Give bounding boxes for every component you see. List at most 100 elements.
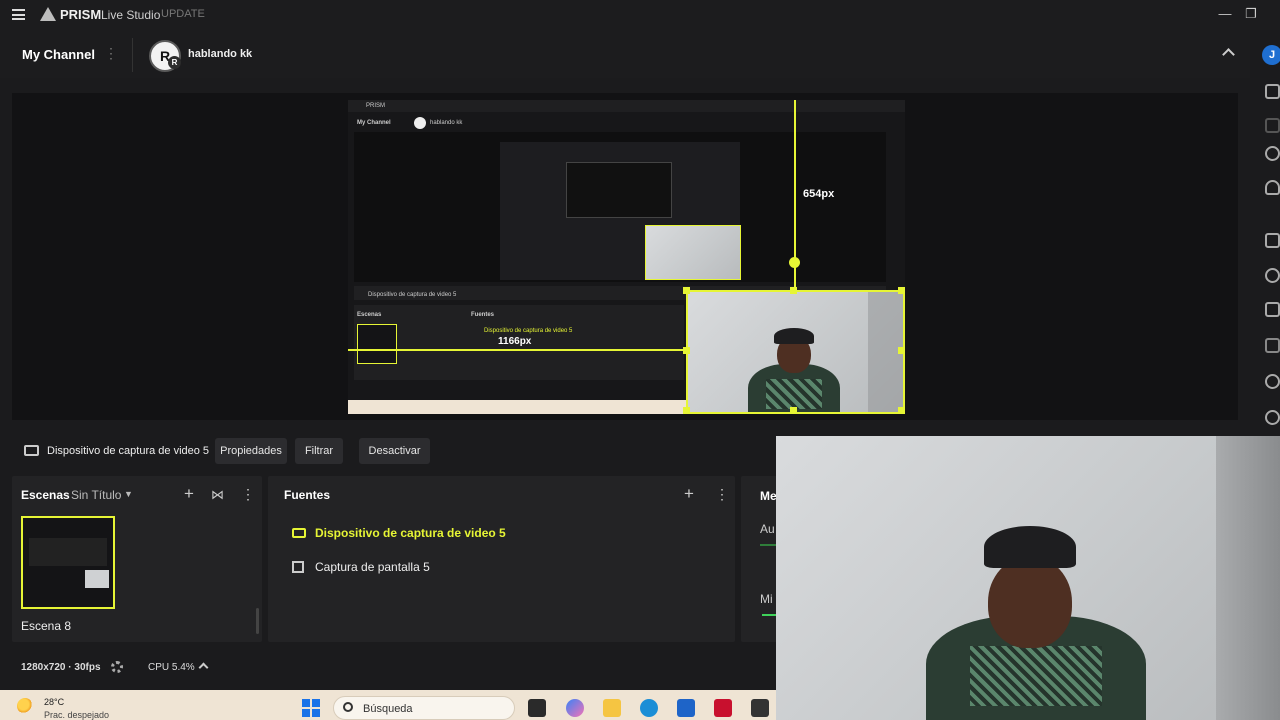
- source-item-screen[interactable]: Captura de pantalla 5: [315, 560, 430, 574]
- add-scene-icon[interactable]: +: [184, 484, 194, 504]
- nested-avatar: [414, 117, 426, 129]
- copilot-icon[interactable]: [566, 699, 584, 717]
- app-subtitle: Live Studio: [101, 8, 161, 22]
- thumb-preview: [29, 538, 107, 566]
- audio-meter: [760, 544, 776, 546]
- scene-label: Escena 8: [21, 619, 72, 633]
- deactivate-button[interactable]: Desactivar: [359, 438, 430, 464]
- layout-icon[interactable]: [1265, 84, 1280, 99]
- sources-title: Fuentes: [284, 488, 331, 502]
- source-item-camera[interactable]: Dispositivo de captura de video 5: [315, 526, 506, 540]
- donation-icon[interactable]: [1265, 374, 1280, 389]
- prism-logo-icon: [40, 7, 56, 21]
- resize-handle-l[interactable]: [683, 347, 690, 354]
- dropbox-icon[interactable]: [751, 699, 769, 717]
- task-view-icon[interactable]: [528, 699, 546, 717]
- nested-app-name: PRISM: [366, 103, 386, 109]
- gear-icon[interactable]: [111, 661, 123, 673]
- chevron-down-icon[interactable]: ▼: [124, 489, 133, 499]
- widget-icon[interactable]: [1265, 118, 1280, 133]
- selected-camera-source[interactable]: [686, 290, 905, 414]
- sources-more-icon[interactable]: ⋮: [715, 486, 729, 503]
- height-guide-label: 654px: [803, 188, 835, 200]
- platform-badge: R: [168, 56, 181, 69]
- my-channel-label[interactable]: My Channel: [22, 47, 95, 62]
- mixer-channel-mic: Mi: [760, 592, 773, 606]
- resize-handle-tr[interactable]: [898, 287, 905, 294]
- resize-handle-bl[interactable]: [683, 407, 690, 414]
- nested-camera: [645, 225, 741, 280]
- app-name: PRISM: [60, 7, 102, 22]
- width-guide-label: 1166px: [498, 336, 532, 347]
- taskbar-search-text: Búsqueda: [363, 703, 413, 715]
- selected-source-name: Dispositivo de captura de video 5: [47, 445, 210, 457]
- drawing-icon[interactable]: [1265, 338, 1280, 353]
- resize-handle-t[interactable]: [790, 287, 797, 294]
- cpu-status: CPU 5.4%: [148, 662, 195, 673]
- user-avatar[interactable]: J: [1262, 45, 1280, 65]
- weather-description: Prac. despejado: [44, 710, 110, 720]
- menu-icon[interactable]: [12, 9, 25, 20]
- door: [1216, 436, 1280, 720]
- settings-icon[interactable]: [1265, 410, 1280, 425]
- mixer-channel-audio: Au: [760, 522, 775, 536]
- update-link[interactable]: UPDATE: [161, 8, 205, 20]
- channel-name: hablando kk: [188, 48, 253, 60]
- channel-more-icon[interactable]: ⋮: [104, 45, 118, 62]
- nested-source-1: Dispositivo de captura de video 5: [484, 328, 573, 334]
- nested-preview-deep: [566, 162, 672, 218]
- minimize-icon[interactable]: —: [1216, 6, 1234, 21]
- scene-collection-dropdown[interactable]: Sin Título: [71, 488, 121, 502]
- scenes-more-icon[interactable]: ⋮: [241, 486, 255, 503]
- weather-temperature: 28°C: [44, 697, 65, 707]
- maximize-icon[interactable]: ❐: [1242, 6, 1260, 22]
- resize-handle-b[interactable]: [790, 407, 797, 414]
- camera-icon[interactable]: [1265, 233, 1280, 248]
- notification-icon[interactable]: [1265, 180, 1280, 195]
- file-explorer-icon[interactable]: [603, 699, 621, 717]
- properties-button[interactable]: Propiedades: [215, 438, 287, 464]
- preview-canvas[interactable]: PRISM My Channel hablando kk Dispositivo…: [348, 100, 905, 414]
- resize-handle-r[interactable]: [898, 347, 905, 354]
- nested-my-channel: My Channel: [357, 120, 391, 126]
- scenes-title: Escenas: [21, 488, 70, 502]
- nested-sources-title: Fuentes: [471, 312, 495, 318]
- camera-overlay-window: [776, 436, 1280, 720]
- windows-start-icon[interactable]: [302, 699, 320, 717]
- resize-handle-br[interactable]: [898, 407, 905, 414]
- edge-icon[interactable]: [640, 699, 658, 717]
- person-cap: [774, 328, 814, 344]
- taskbar-search[interactable]: [333, 696, 515, 720]
- camera-icon: [24, 445, 39, 456]
- filter-button[interactable]: Filtrar: [295, 438, 343, 464]
- scenes-scrollbar[interactable]: [256, 608, 259, 634]
- divider: [132, 38, 133, 72]
- sources-panel: [268, 476, 735, 642]
- add-source-icon[interactable]: +: [684, 484, 694, 504]
- mixer-title: Me: [760, 489, 777, 503]
- camera-icon: [292, 528, 306, 538]
- effects-icon[interactable]: [1265, 268, 1280, 283]
- guide-handle[interactable]: [789, 257, 800, 268]
- resolution-status: 1280x720 · 30fps: [21, 662, 101, 673]
- thumb-camera: [85, 570, 109, 588]
- mic-meter: [762, 614, 776, 616]
- nested-channel-name: hablando kk: [430, 120, 463, 126]
- screen-capture-icon: [292, 561, 304, 573]
- nested-scene-thumb: [357, 324, 397, 364]
- person-head: [988, 556, 1072, 648]
- chat-icon[interactable]: [1265, 146, 1280, 161]
- width-guide-line: [348, 349, 686, 351]
- transition-icon[interactable]: ⋈: [211, 487, 224, 503]
- weather-icon[interactable]: [17, 698, 33, 714]
- resize-handle-tl[interactable]: [683, 287, 690, 294]
- person-cap: [984, 526, 1076, 568]
- mcafee-icon[interactable]: [714, 699, 732, 717]
- nested-scenes-title: Escenas: [357, 312, 382, 318]
- scene-thumbnail[interactable]: [21, 516, 115, 609]
- chevron-up-icon[interactable]: [198, 662, 209, 673]
- store-icon[interactable]: [677, 699, 695, 717]
- sticker-icon[interactable]: [1265, 302, 1280, 317]
- search-icon: [343, 702, 353, 712]
- nested-title-bar: [348, 100, 905, 112]
